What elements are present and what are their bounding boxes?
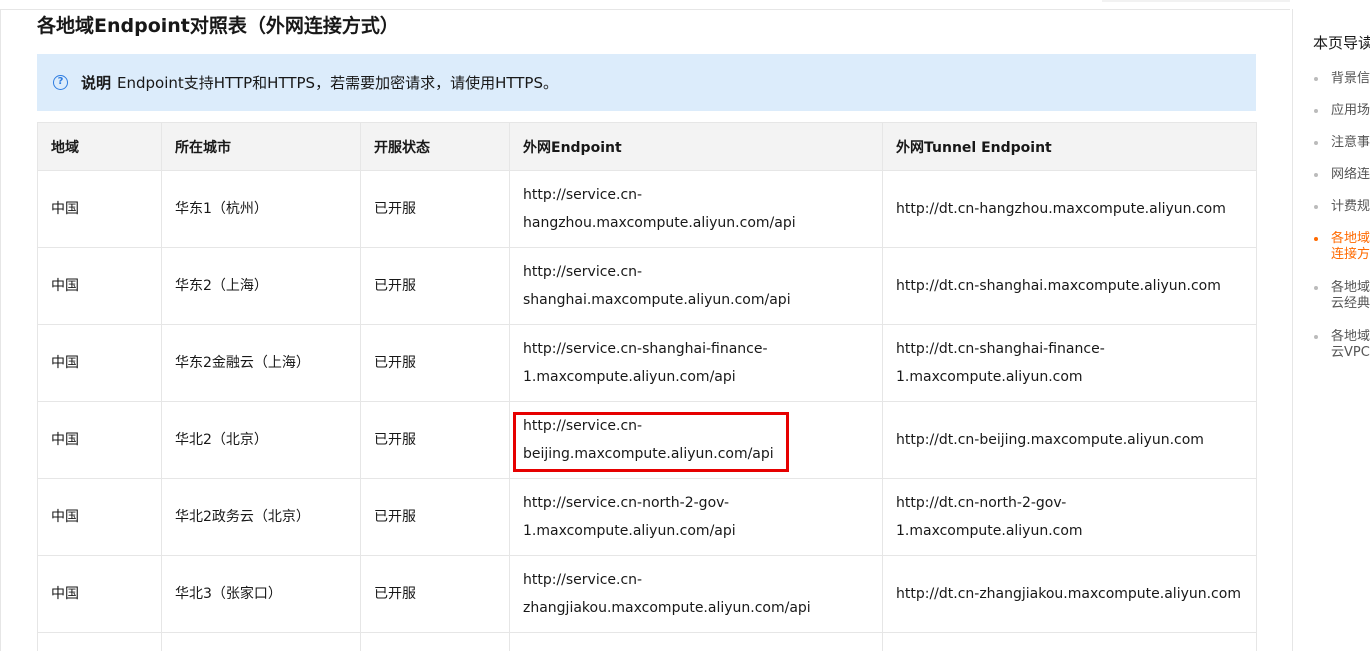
toc-item-label[interactable]: 网络连接 [1331,167,1370,183]
endpoint-text-line1[interactable]: http://service.cn- [523,181,869,209]
city-cell: 华东2（上海） [161,247,361,325]
tunnel-text-line1[interactable]: http://dt.cn-north-2-gov-1.maxcompute.al… [896,489,1243,545]
toc-item-classic-endpoints[interactable]: 各地域 云经典 [1293,280,1370,312]
column-header-city: 所在城市 [161,122,361,171]
tunnel-endpoint-cell[interactable]: http://dt.cn-zhangjiakou.maxcompute.aliy… [882,555,1257,633]
status-cell: 已开服 [360,247,510,325]
status-cell: 已开服 [360,170,510,248]
city-cell: 华北3（张家口） [161,555,361,633]
tunnel-text-line2[interactable]: 1.maxcompute.aliyun.com [896,363,1243,391]
endpoint-cell [509,632,883,651]
toc-item-label-line2[interactable]: 云经典 [1331,296,1370,312]
toc-item-label-line2[interactable]: 连接方式 [1331,247,1370,263]
table-row: 中国 华东2（上海） 已开服 http://service.cn- shangh… [37,247,1257,325]
toc-item-billing[interactable]: 计费规则 [1293,199,1370,215]
table-row: 中国 华东1（杭州） 已开服 http://service.cn- hangzh… [37,170,1257,248]
table-header-row: 地域 所在城市 开服状态 外网Endpoint 外网Tunnel Endpoin… [37,122,1257,171]
tunnel-text-line1[interactable]: http://dt.cn-hangzhou.maxcompute.aliyun.… [896,195,1243,223]
region-cell: 中国 [37,555,162,633]
region-cell: 中国 [37,170,162,248]
table-row: 中国 华北2政务云（北京） 已开服 http://service.cn-nort… [37,478,1257,556]
toc-item-label[interactable]: 各地域 [1331,329,1370,345]
endpoint-cell[interactable]: http://service.cn- zhangjiakou.maxcomput… [509,555,883,633]
endpoint-text-line1[interactable]: http://service.cn-north-2-gov- [523,489,869,517]
column-header-status: 开服状态 [360,122,510,171]
toc-item-vpc-endpoints[interactable]: 各地域 云VPC [1293,329,1370,361]
docs-page: 各地域Endpoint对照表（外网连接方式） ? 说明 Endpoint支持HT… [0,0,1370,651]
region-cell: 中国 [37,478,162,556]
endpoint-cell[interactable]: http://service.cn-north-2-gov- 1.maxcomp… [509,478,883,556]
tunnel-text-line1[interactable]: http://dt.cn-zhangjiakou.maxcompute.aliy… [896,580,1243,608]
endpoint-text-line1[interactable]: http://service.cn-shanghai-finance- [523,335,869,363]
tunnel-endpoint-cell [882,632,1257,651]
city-cell: 华北2（北京） [161,401,361,479]
tunnel-endpoint-cell[interactable]: http://dt.cn-shanghai.maxcompute.aliyun.… [882,247,1257,325]
tunnel-endpoint-cell[interactable]: http://dt.cn-north-2-gov-1.maxcompute.al… [882,478,1257,556]
endpoint-text-line2[interactable]: beijing.maxcompute.aliyun.com/api [523,440,869,468]
status-cell: 已开服 [360,555,510,633]
section-heading: 各地域Endpoint对照表（外网连接方式） [37,15,399,37]
status-cell: 已开服 [360,401,510,479]
toc-item-label[interactable]: 各地域 [1331,280,1370,296]
endpoint-text-line2[interactable]: hangzhou.maxcompute.aliyun.com/api [523,209,869,237]
toc-title: 本页导读 [1313,34,1370,52]
endpoint-cell[interactable]: http://service.cn- shanghai.maxcompute.a… [509,247,883,325]
toc-item-notes[interactable]: 注意事项 [1293,135,1370,151]
status-cell: 已开服 [360,478,510,556]
city-cell [161,632,361,651]
toc-item-scenarios[interactable]: 应用场景 [1293,103,1370,119]
toc-item-label[interactable]: 各地域 [1331,231,1370,247]
toc-item-background[interactable]: 背景信息 [1293,71,1370,87]
table-row: 中国 华东2金融云（上海） 已开服 http://service.cn-shan… [37,324,1257,402]
endpoint-text-line2[interactable]: zhangjiakou.maxcompute.aliyun.com/api [523,594,869,622]
toc-item-network[interactable]: 网络连接 [1293,167,1370,183]
table-row: 中国 华北3（张家口） 已开服 http://service.cn- zhang… [37,555,1257,633]
city-cell: 华东1（杭州） [161,170,361,248]
toc-list: 背景信息 应用场景 注意事项 网络连接 计费规则 各地域 连接方式 各地域 云经… [1293,71,1370,361]
column-header-endpoint: 外网Endpoint [509,122,883,171]
note-box: ? 说明 Endpoint支持HTTP和HTTPS，若需要加密请求，请使用HTT… [37,54,1256,111]
tunnel-endpoint-cell[interactable]: http://dt.cn-hangzhou.maxcompute.aliyun.… [882,170,1257,248]
endpoint-table: 地域 所在城市 开服状态 外网Endpoint 外网Tunnel Endpoin… [37,122,1257,651]
endpoint-cell-highlighted[interactable]: http://service.cn- beijing.maxcompute.al… [509,401,883,479]
endpoint-text-line1[interactable]: http://service.cn- [523,258,869,286]
region-cell [37,632,162,651]
question-circle-icon: ? [53,75,68,90]
endpoint-text-line2[interactable]: 1.maxcompute.aliyun.com/api [523,517,869,545]
toc-item-label[interactable]: 应用场景 [1331,103,1370,119]
toc-item-label-line2[interactable]: 云VPC [1331,345,1370,361]
tunnel-text-line1[interactable]: http://dt.cn-beijing.maxcompute.aliyun.c… [896,426,1243,454]
note-text: Endpoint支持HTTP和HTTPS，若需要加密请求，请使用HTTPS。 [117,74,558,92]
city-cell: 华北2政务云（北京） [161,478,361,556]
tunnel-endpoint-cell[interactable]: http://dt.cn-beijing.maxcompute.aliyun.c… [882,401,1257,479]
tunnel-endpoint-cell[interactable]: http://dt.cn-shanghai-finance- 1.maxcomp… [882,324,1257,402]
region-cell: 中国 [37,324,162,402]
city-cell: 华东2金融云（上海） [161,324,361,402]
endpoint-text-line1[interactable]: http://service.cn- [523,412,869,440]
top-bar-divider [0,0,1290,10]
region-cell: 中国 [37,247,162,325]
column-header-region: 地域 [37,122,162,171]
top-bar-edge [1102,0,1290,2]
endpoint-cell[interactable]: http://service.cn-shanghai-finance- 1.ma… [509,324,883,402]
endpoint-text-line1[interactable]: http://service.cn- [523,566,869,594]
left-divider [0,9,1,651]
table-row: 中国 华北2（北京） 已开服 http://service.cn- beijin… [37,401,1257,479]
endpoint-cell[interactable]: http://service.cn- hangzhou.maxcompute.a… [509,170,883,248]
endpoint-text-line2[interactable]: shanghai.maxcompute.aliyun.com/api [523,286,869,314]
toc-item-label[interactable]: 计费规则 [1331,199,1370,215]
column-header-tunnel-endpoint: 外网Tunnel Endpoint [882,122,1257,171]
status-cell [360,632,510,651]
status-cell: 已开服 [360,324,510,402]
tunnel-text-line1[interactable]: http://dt.cn-shanghai.maxcompute.aliyun.… [896,272,1243,300]
toc-item-label[interactable]: 背景信息 [1331,71,1370,87]
note-label: 说明 [81,74,112,92]
toc-item-label[interactable]: 注意事项 [1331,135,1370,151]
tunnel-text-line1[interactable]: http://dt.cn-shanghai-finance- [896,335,1243,363]
endpoint-text-line2[interactable]: 1.maxcompute.aliyun.com/api [523,363,869,391]
table-row-partial [37,632,1257,651]
toc-sidebar: 本页导读 背景信息 应用场景 注意事项 网络连接 计费规则 各地域 连接方式 各 [1292,9,1370,651]
region-cell: 中国 [37,401,162,479]
toc-item-public-endpoints[interactable]: 各地域 连接方式 [1293,231,1370,263]
